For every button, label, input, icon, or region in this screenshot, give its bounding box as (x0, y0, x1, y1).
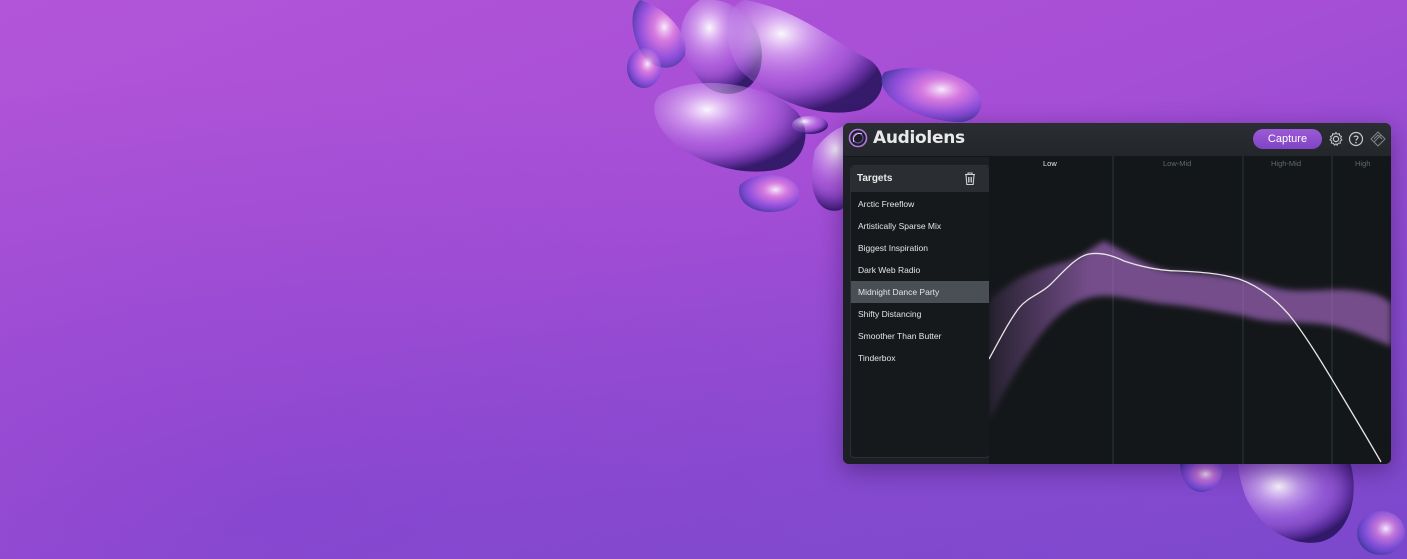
target-item-smoother-than-butter[interactable]: Smoother Than Butter (851, 325, 989, 347)
target-item-dark-web-radio[interactable]: Dark Web Radio (851, 259, 989, 281)
question-icon[interactable] (1348, 131, 1364, 147)
targets-header: Targets (851, 166, 989, 192)
spectrum-graph: Low Low-Mid High-Mid High (989, 156, 1391, 464)
title-bar: Audiolens Capture (843, 123, 1391, 157)
gear-icon[interactable] (1328, 131, 1344, 147)
target-item-tinderbox[interactable]: Tinderbox (851, 347, 989, 369)
target-item-midnight-dance-party[interactable]: Midnight Dance Party (851, 281, 989, 303)
app-title: Audiolens (873, 128, 965, 148)
target-item-shifty-distancing[interactable]: Shifty Distancing (851, 303, 989, 325)
band-label-low-mid: Low-Mid (1163, 159, 1192, 168)
band-label-low: Low (1043, 159, 1057, 168)
targets-panel: Targets Arctic Freeflow Artistically Spa… (850, 165, 990, 458)
trash-icon[interactable] (963, 171, 977, 186)
bubble-cluster-bottom (1180, 462, 1405, 555)
capture-button[interactable]: Capture (1253, 129, 1322, 149)
audiolens-logo-icon (848, 128, 868, 148)
band-label-high: High (1355, 159, 1371, 168)
targets-title: Targets (857, 173, 893, 184)
target-item-artistically-sparse-mix[interactable]: Artistically Sparse Mix (851, 215, 989, 237)
targets-list: Arctic Freeflow Artistically Sparse Mix … (851, 193, 989, 369)
band-label-high-mid: High-Mid (1271, 159, 1302, 168)
audiolens-window: Audiolens Capture Targets Arctic Freeflo… (843, 123, 1391, 464)
spectrum-canvas (989, 156, 1391, 464)
izotope-link-icon[interactable] (1368, 129, 1388, 149)
target-item-arctic-freeflow[interactable]: Arctic Freeflow (851, 193, 989, 215)
target-item-biggest-inspiration[interactable]: Biggest Inspiration (851, 237, 989, 259)
